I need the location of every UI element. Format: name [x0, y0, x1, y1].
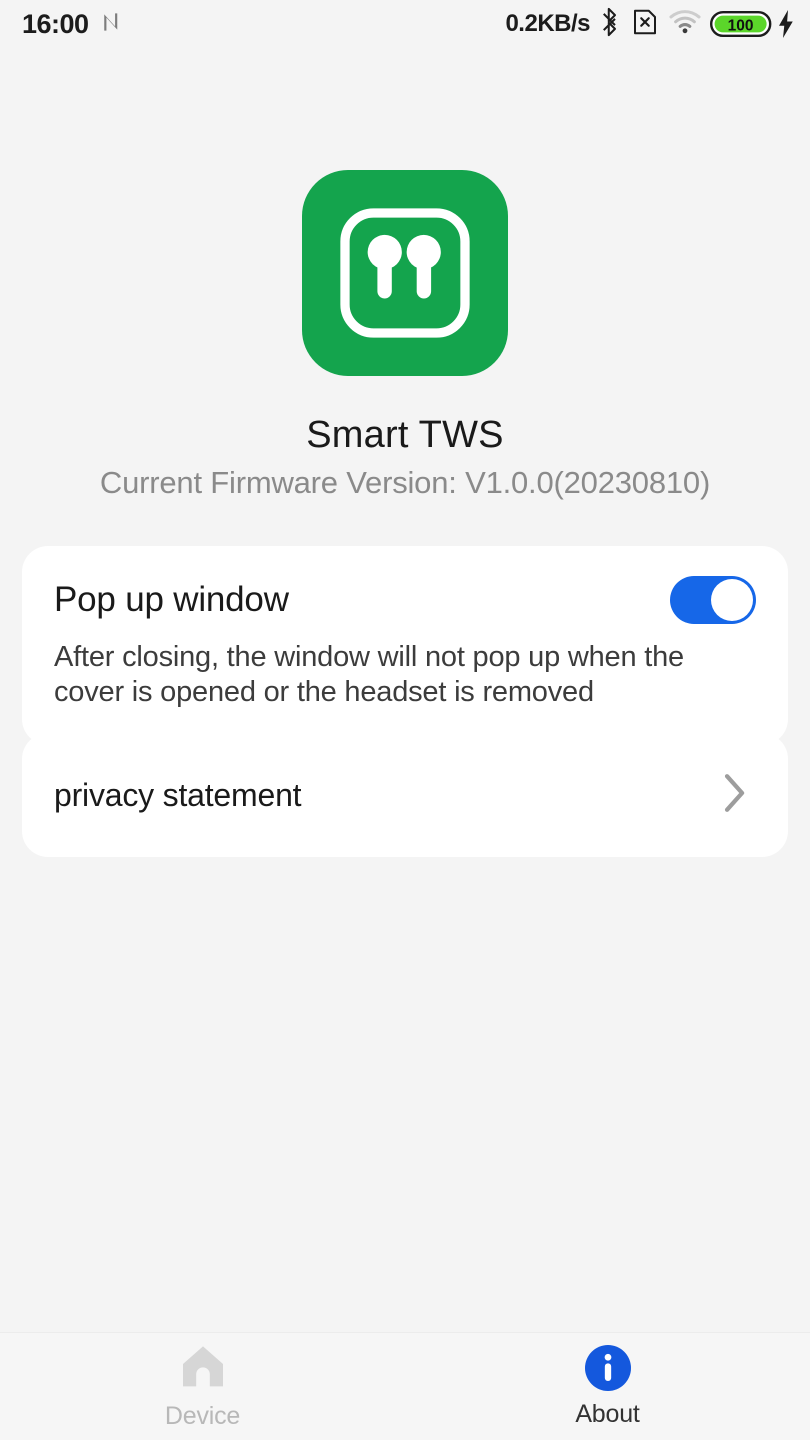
popup-window-toggle[interactable]	[670, 576, 756, 624]
network-speed-label: 0.2KB/s	[505, 10, 590, 37]
home-icon	[179, 1342, 227, 1393]
popup-window-description: After closing, the window will not pop u…	[54, 641, 684, 709]
status-bar-right: 0.2KB/s 100	[505, 7, 796, 42]
status-bar-left: 16:00	[22, 9, 127, 40]
status-bar: 16:00 0.2KB/s 100	[0, 0, 810, 48]
privacy-statement-card[interactable]: privacy statement	[22, 733, 788, 857]
no-sim-icon	[630, 7, 660, 42]
nav-item-device[interactable]: Device	[0, 1333, 405, 1440]
toggle-knob	[711, 579, 753, 621]
firmware-version-label: Current Firmware Version: V1.0.0(2023081…	[99, 465, 711, 500]
battery-indicator: 100	[710, 9, 796, 39]
popup-window-row: Pop up window	[54, 576, 756, 624]
wifi-icon	[669, 9, 701, 40]
nav-item-about[interactable]: About	[405, 1333, 810, 1440]
app-header: Smart TWS Current Firmware Version: V1.0…	[0, 170, 810, 501]
bluetooth-icon	[599, 7, 621, 42]
charging-bolt-icon	[779, 10, 793, 38]
battery-level-text: 100	[728, 17, 754, 34]
info-circle-icon	[584, 1344, 631, 1391]
popup-window-card: Pop up window After closing, the window …	[22, 546, 788, 745]
bottom-navigation-bar: Device About	[0, 1332, 810, 1440]
app-title: Smart TWS	[306, 414, 504, 456]
nav-label-device: Device	[164, 1402, 241, 1430]
nav-label-about: About	[575, 1399, 640, 1428]
privacy-statement-label: privacy statement	[54, 776, 302, 813]
earbuds-app-icon	[302, 170, 508, 376]
nfc-icon	[101, 9, 127, 40]
popup-window-title: Pop up window	[54, 580, 289, 619]
privacy-statement-row[interactable]: privacy statement	[22, 733, 788, 857]
status-time: 16:00	[22, 8, 89, 39]
chevron-right-icon	[718, 770, 752, 821]
